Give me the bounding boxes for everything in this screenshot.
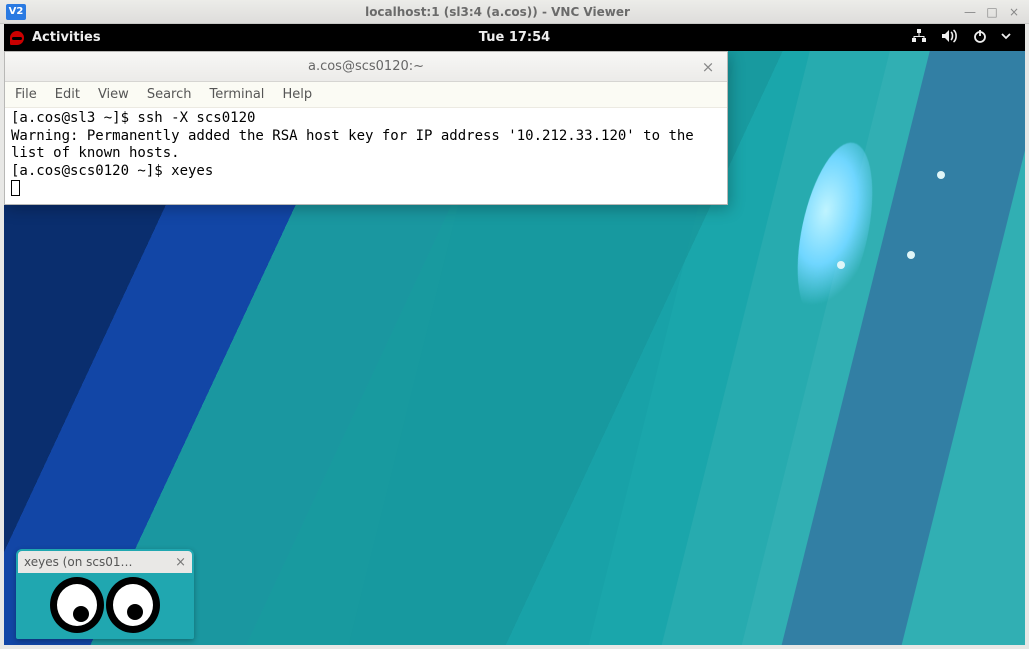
network-icon[interactable]: [911, 29, 927, 47]
terminal-line: [a.cos@sl3 ~]$ ssh -X scs0120: [11, 110, 255, 126]
menu-help[interactable]: Help: [282, 87, 312, 102]
vnc-window-title: localhost:1 (sl3:4 (a.cos)) - VNC Viewer: [32, 5, 963, 19]
power-icon[interactable]: [973, 29, 987, 47]
menu-edit[interactable]: Edit: [55, 87, 80, 102]
terminal-line: Warning: Permanently added the RSA host …: [11, 128, 702, 162]
xeyes-title: xeyes (on scs01…: [24, 555, 169, 569]
clock-label[interactable]: Tue 17:54: [479, 30, 550, 45]
wallpaper-shape: [937, 171, 945, 179]
menu-view[interactable]: View: [98, 87, 129, 102]
system-menu-chevron-icon[interactable]: [1001, 29, 1011, 47]
wallpaper-shape: [907, 251, 915, 259]
vnc-window-controls: — □ ×: [963, 5, 1029, 19]
menu-file[interactable]: File: [15, 87, 37, 102]
activities-button[interactable]: Activities: [32, 30, 101, 45]
terminal-title: a.cos@scs0120:~: [5, 59, 727, 74]
gnome-top-bar: Activities Tue 17:54: [4, 24, 1025, 51]
vnc-app-icon: V2: [6, 4, 26, 20]
terminal-close-button[interactable]: ×: [699, 58, 717, 76]
vnc-titlebar[interactable]: V2 localhost:1 (sl3:4 (a.cos)) - VNC Vie…: [0, 0, 1029, 24]
terminal-window[interactable]: a.cos@scs0120:~ × File Edit View Search …: [4, 51, 728, 205]
terminal-output[interactable]: [a.cos@sl3 ~]$ ssh -X scs0120 Warning: P…: [5, 108, 727, 204]
xeyes-right-eye-icon: [106, 577, 160, 633]
terminal-line: [a.cos@scs0120 ~]$ xeyes: [11, 163, 213, 179]
vnc-minimize-button[interactable]: —: [963, 5, 977, 19]
xeyes-canvas: [18, 573, 192, 637]
vnc-maximize-button[interactable]: □: [985, 5, 999, 19]
terminal-cursor: [11, 180, 20, 196]
terminal-titlebar[interactable]: a.cos@scs0120:~ ×: [5, 52, 727, 82]
xeyes-close-button[interactable]: ×: [175, 555, 186, 570]
vnc-remote-session: Activities Tue 17:54: [4, 24, 1025, 645]
wallpaper-shape: [837, 261, 845, 269]
redhat-logo-icon: [10, 31, 24, 45]
xeyes-titlebar[interactable]: xeyes (on scs01… ×: [18, 551, 192, 573]
menu-terminal[interactable]: Terminal: [209, 87, 264, 102]
volume-icon[interactable]: [941, 29, 959, 47]
menu-search[interactable]: Search: [147, 87, 192, 102]
xeyes-left-eye-icon: [50, 577, 104, 633]
terminal-menubar: File Edit View Search Terminal Help: [5, 82, 727, 108]
vnc-close-button[interactable]: ×: [1007, 5, 1021, 19]
xeyes-window[interactable]: xeyes (on scs01… ×: [16, 549, 194, 639]
